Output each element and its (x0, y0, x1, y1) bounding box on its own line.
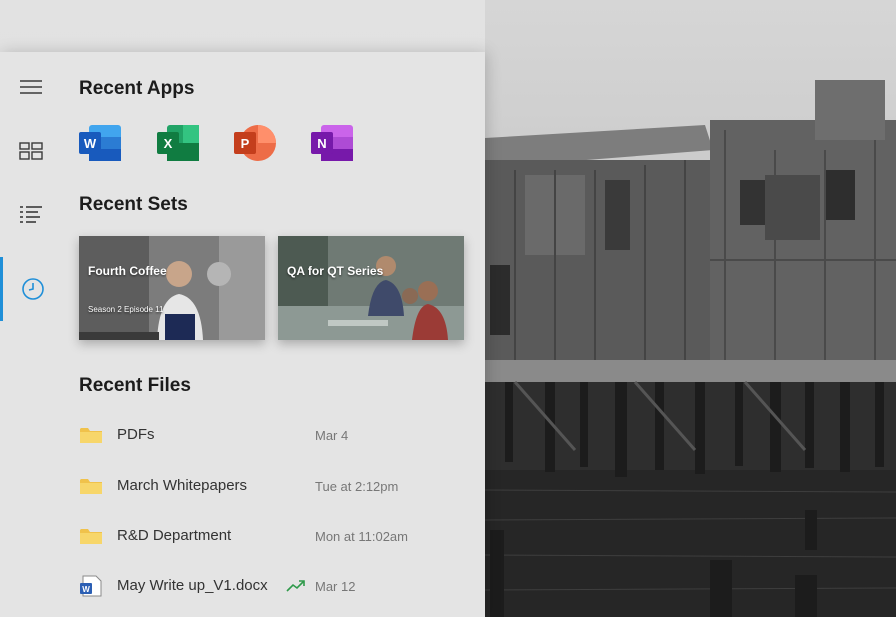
list-icon (20, 205, 42, 225)
set-title: Fourth Coffee (88, 264, 167, 278)
clock-icon (21, 277, 45, 301)
file-row-may-write-up[interactable]: W May Write up_V1.docx Mar 12 (0, 566, 485, 606)
file-date: Mar 12 (315, 579, 356, 594)
file-row-pdfs[interactable]: PDFs Mar 4 (0, 415, 485, 455)
file-row-march-whitepapers[interactable]: March Whitepapers Tue at 2:12pm (0, 466, 485, 506)
file-date: Mon at 11:02am (315, 529, 408, 544)
folder-icon (80, 428, 102, 443)
sets-button[interactable] (0, 119, 62, 183)
excel-icon: X (157, 125, 199, 161)
set-thumbnail (278, 236, 464, 340)
file-name: March Whitepapers (117, 477, 248, 494)
svg-text:X: X (164, 136, 173, 151)
word-doc-icon: W (80, 575, 102, 597)
sets-grid-icon (19, 142, 43, 160)
svg-text:W: W (84, 136, 97, 151)
onenote-app-button[interactable]: N (311, 125, 353, 163)
file-date: Mar 4 (315, 428, 349, 443)
recent-files-title: Recent Files (79, 375, 191, 396)
set-subtitle: Season 2 Episode 11 (88, 305, 164, 314)
menu-button[interactable] (0, 55, 62, 119)
recent-sets-title: Recent Sets (79, 194, 188, 215)
file-name: PDFs (117, 426, 155, 443)
set-card-fourth-coffee[interactable]: Fourth Coffee Season 2 Episode 11 (79, 236, 265, 340)
list-button[interactable] (0, 183, 62, 247)
folder-icon (80, 479, 102, 494)
word-app-button[interactable]: W (79, 125, 121, 163)
excel-app-button[interactable]: X (157, 125, 199, 163)
onenote-icon: N (311, 125, 353, 161)
set-title: QA for QT Series (287, 264, 384, 278)
folder-icon (80, 529, 102, 544)
file-name: R&D Department (117, 527, 232, 544)
svg-text:P: P (241, 136, 250, 151)
svg-text:W: W (82, 585, 90, 594)
file-name: May Write up_V1.docx (117, 577, 268, 594)
recent-button[interactable] (0, 257, 62, 321)
background-photo (485, 0, 896, 617)
file-date: Tue at 2:12pm (315, 479, 399, 494)
hamburger-icon (20, 79, 42, 95)
recent-apps-title: Recent Apps (79, 78, 195, 99)
word-icon: W (79, 125, 121, 161)
set-card-qa-for-qt[interactable]: QA for QT Series (278, 236, 464, 340)
powerpoint-app-button[interactable]: P (234, 125, 276, 163)
svg-text:N: N (317, 136, 326, 151)
powerpoint-icon: P (234, 125, 276, 161)
set-thumbnail (79, 236, 265, 340)
trending-icon (286, 580, 305, 592)
file-row-rd-department[interactable]: R&D Department Mon at 11:02am (0, 516, 485, 556)
recent-panel: Recent Apps W X P N Recent Sets Fourth C… (0, 52, 485, 617)
